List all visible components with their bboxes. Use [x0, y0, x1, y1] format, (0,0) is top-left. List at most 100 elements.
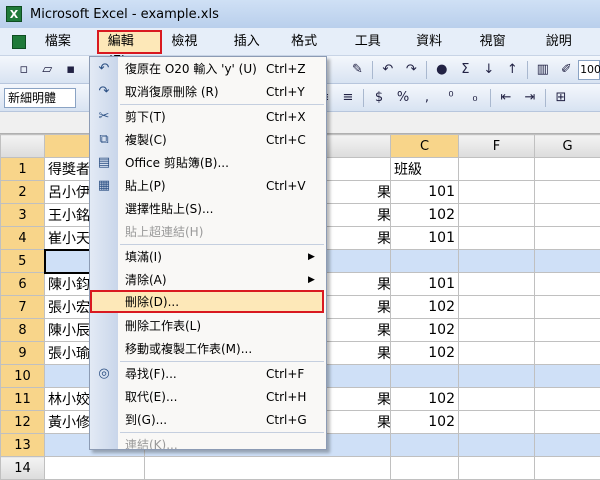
column-header-c[interactable]: C	[391, 135, 459, 158]
autosum-icon[interactable]: Σ	[456, 60, 476, 80]
menu-item-copy[interactable]: ⧉ 複製(C) Ctrl+C	[90, 128, 326, 151]
cell[interactable]: 班級	[391, 158, 459, 181]
hyperlink-icon[interactable]: ●	[432, 60, 452, 80]
cell[interactable]	[535, 296, 600, 319]
open-folder-icon[interactable]: ▱	[38, 60, 58, 80]
row-header[interactable]: 12	[1, 411, 45, 434]
menu-item-cut[interactable]: ✂ 剪下(T) Ctrl+X	[90, 105, 326, 128]
menu-item-move-copy-sheet[interactable]: 移動或複製工作表(M)...	[90, 337, 326, 360]
menu-window[interactable]: 視窗(W)	[471, 30, 537, 54]
menu-item-paste[interactable]: ▦ 貼上(P) Ctrl+V	[90, 174, 326, 197]
cell[interactable]: 102	[391, 319, 459, 342]
cell[interactable]: 102	[391, 388, 459, 411]
column-header-f[interactable]: F	[459, 135, 535, 158]
row-header[interactable]: 8	[1, 319, 45, 342]
cell[interactable]	[535, 319, 600, 342]
menu-item-paste-special[interactable]: 選擇性貼上(S)...	[90, 197, 326, 220]
cell[interactable]	[535, 411, 600, 434]
cell[interactable]	[535, 227, 600, 250]
currency-icon[interactable]: $	[369, 88, 389, 108]
cell[interactable]	[459, 388, 535, 411]
decrease-decimal-icon[interactable]: ₀	[465, 88, 485, 108]
cell[interactable]: 102	[391, 204, 459, 227]
cell[interactable]	[459, 181, 535, 204]
cell[interactable]	[459, 319, 535, 342]
menu-tools[interactable]: 工具(T)	[346, 30, 407, 54]
cell[interactable]	[391, 365, 459, 388]
cell[interactable]	[459, 434, 535, 457]
cell[interactable]	[145, 457, 391, 480]
undo-icon[interactable]: ↶	[378, 60, 398, 80]
chart-wizard-icon[interactable]: ▥	[533, 60, 553, 80]
menu-insert[interactable]: 插入(I)	[225, 30, 282, 54]
cell[interactable]	[535, 388, 600, 411]
increase-decimal-icon[interactable]: ⁰	[441, 88, 461, 108]
drawing-icon[interactable]: ✐	[557, 60, 577, 80]
cell[interactable]	[535, 273, 600, 296]
cell[interactable]: 102	[391, 342, 459, 365]
row-header[interactable]: 2	[1, 181, 45, 204]
select-all-corner[interactable]	[1, 135, 45, 158]
cell[interactable]	[535, 342, 600, 365]
format-painter-icon[interactable]: ✎	[348, 60, 368, 80]
decrease-indent-icon[interactable]: ⇤	[496, 88, 516, 108]
menu-item-undo[interactable]: ↶ 復原在 O20 輸入 'y' (U) Ctrl+Z	[90, 57, 326, 80]
cell[interactable]	[459, 411, 535, 434]
redo-icon[interactable]: ↷	[402, 60, 422, 80]
row-header[interactable]: 5	[1, 250, 45, 273]
row-header[interactable]: 13	[1, 434, 45, 457]
align-center-icon[interactable]: ≡	[338, 88, 358, 108]
comma-style-icon[interactable]: ,	[417, 88, 437, 108]
menu-item-clear[interactable]: 清除(A) ▶	[90, 268, 326, 291]
menu-item-office-clipboard[interactable]: ▤ Office 剪貼簿(B)...	[90, 151, 326, 174]
cell[interactable]	[459, 204, 535, 227]
row-header[interactable]: 7	[1, 296, 45, 319]
menu-edit[interactable]: 編輯(E)	[97, 30, 163, 54]
menu-format[interactable]: 格式(O)	[282, 30, 346, 54]
percent-icon[interactable]: %	[393, 88, 413, 108]
row-header[interactable]: 11	[1, 388, 45, 411]
menu-help[interactable]: 說明(H)	[537, 30, 600, 54]
sort-ascending-icon[interactable]: ↓	[479, 60, 499, 80]
cell[interactable]	[459, 342, 535, 365]
cell[interactable]	[535, 204, 600, 227]
cell[interactable]: 102	[391, 411, 459, 434]
menu-file[interactable]: 檔案(F)	[36, 30, 97, 54]
cell[interactable]	[45, 457, 145, 480]
menu-data[interactable]: 資料(D)	[407, 30, 470, 54]
cell[interactable]	[391, 434, 459, 457]
zoom-box[interactable]: 100	[578, 60, 600, 80]
row-header[interactable]: 6	[1, 273, 45, 296]
font-name-box[interactable]: 新細明體	[4, 88, 76, 108]
cell[interactable]	[459, 273, 535, 296]
menu-item-find[interactable]: ◎ 尋找(F)... Ctrl+F	[90, 362, 326, 385]
row-header[interactable]: 1	[1, 158, 45, 181]
menu-item-fill[interactable]: 填滿(I) ▶	[90, 245, 326, 268]
cell[interactable]	[535, 181, 600, 204]
row-header[interactable]: 3	[1, 204, 45, 227]
menu-view[interactable]: 檢視(V)	[162, 30, 224, 54]
cell[interactable]	[535, 365, 600, 388]
menu-item-redo[interactable]: ↷ 取消復原刪除 (R) Ctrl+Y	[90, 80, 326, 103]
cell[interactable]	[459, 250, 535, 273]
column-header-g[interactable]: G	[535, 135, 600, 158]
row-header[interactable]: 10	[1, 365, 45, 388]
cell[interactable]	[391, 250, 459, 273]
menu-item-delete[interactable]: 刪除(D)...	[90, 290, 324, 313]
menu-item-delete-sheet[interactable]: 刪除工作表(L)	[90, 314, 326, 337]
increase-indent-icon[interactable]: ⇥	[520, 88, 540, 108]
row-header[interactable]: 14	[1, 457, 45, 480]
cell[interactable]	[535, 158, 600, 181]
cell[interactable]	[459, 296, 535, 319]
cell[interactable]	[459, 457, 535, 480]
cell[interactable]	[459, 158, 535, 181]
cell[interactable]	[459, 365, 535, 388]
cell[interactable]	[391, 457, 459, 480]
row-header[interactable]: 9	[1, 342, 45, 365]
cell[interactable]: 101	[391, 227, 459, 250]
menu-item-replace[interactable]: 取代(E)... Ctrl+H	[90, 385, 326, 408]
borders-icon[interactable]: ⊞	[551, 88, 571, 108]
workbook-icon[interactable]	[12, 35, 26, 49]
sort-descending-icon[interactable]: ↑	[503, 60, 523, 80]
menu-item-goto[interactable]: 到(G)... Ctrl+G	[90, 408, 326, 431]
